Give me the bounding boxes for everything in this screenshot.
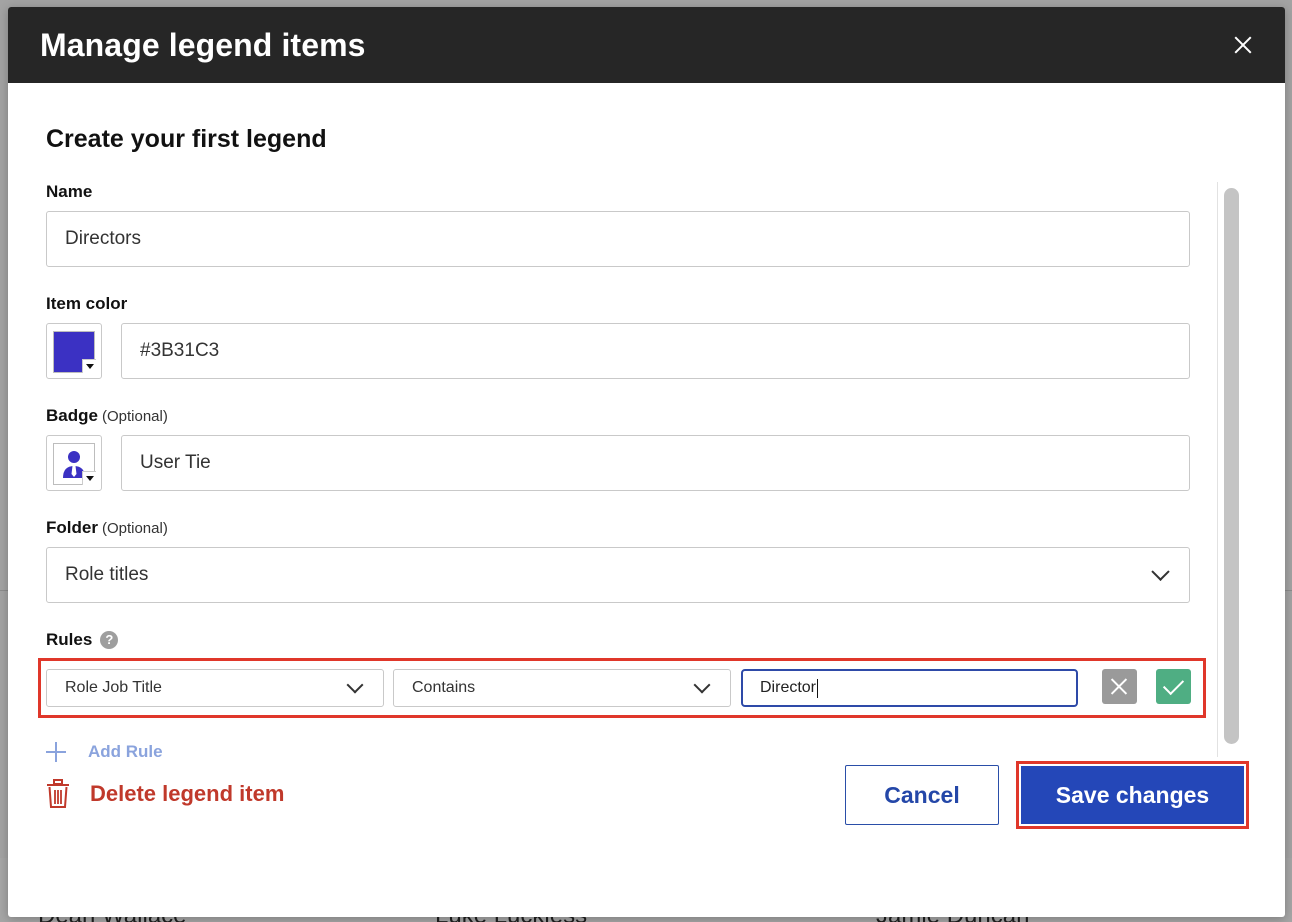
save-changes-button[interactable]: Save changes — [1021, 766, 1244, 824]
optional-hint: (Optional) — [101, 408, 168, 425]
badge-label: Badge (Optional) — [46, 406, 168, 425]
plus-icon — [46, 742, 66, 762]
name-label: Name — [46, 182, 93, 201]
section-title: Create your first legend — [46, 125, 327, 153]
badge-value: User Tie — [140, 452, 211, 473]
name-input[interactable]: Directors — [46, 211, 1190, 267]
optional-hint: (Optional) — [101, 520, 168, 537]
cancel-button[interactable]: Cancel — [845, 765, 999, 825]
help-icon[interactable]: ? — [100, 631, 119, 649]
modal-title: Manage legend items — [40, 26, 366, 63]
folder-label: Folder (Optional) — [46, 518, 168, 537]
rule-cancel-button[interactable] — [1102, 669, 1137, 704]
rule-field-value: Role Job Title — [65, 679, 162, 696]
caret-down-icon — [82, 359, 96, 373]
manage-legend-modal: Manage legend items Create your first le… — [8, 7, 1285, 917]
rule-operator-select[interactable]: Contains — [393, 669, 731, 707]
rule-operator-value: Contains — [412, 679, 476, 696]
rule-value-text: Director — [760, 679, 817, 696]
item-color-label: Item color — [46, 294, 128, 313]
scrollbar-thumb[interactable] — [1224, 188, 1239, 744]
delete-legend-item-label: Delete legend item — [90, 781, 285, 806]
delete-legend-item-button[interactable]: Delete legend item — [46, 779, 284, 809]
badge-input[interactable]: User Tie — [121, 435, 1190, 491]
chevron-down-icon — [346, 676, 364, 694]
color-hex-value: #3B31C3 — [140, 340, 220, 361]
chevron-down-icon — [1151, 562, 1170, 581]
trash-icon — [47, 779, 69, 808]
badge-picker-button[interactable] — [46, 435, 102, 491]
rules-label: Rules? — [46, 630, 119, 650]
folder-select[interactable]: Role titles — [46, 547, 1190, 603]
color-hex-input[interactable]: #3B31C3 — [121, 323, 1190, 379]
color-picker-button[interactable] — [46, 323, 102, 379]
folder-value: Role titles — [65, 564, 149, 585]
name-value: Directors — [65, 228, 142, 249]
modal-header: Manage legend items — [8, 7, 1285, 83]
add-rule-label: Add Rule — [88, 742, 163, 761]
rule-field-select[interactable]: Role Job Title — [46, 669, 384, 707]
close-icon[interactable] — [1231, 33, 1255, 57]
rule-row: Role Job Title Contains Director — [38, 658, 1206, 718]
rule-confirm-button[interactable] — [1156, 669, 1191, 704]
text-cursor — [817, 678, 819, 698]
rule-value-input[interactable]: Director — [741, 669, 1078, 707]
caret-down-icon — [82, 471, 96, 485]
add-rule-button[interactable]: Add Rule — [46, 742, 163, 762]
chevron-down-icon — [693, 676, 711, 694]
